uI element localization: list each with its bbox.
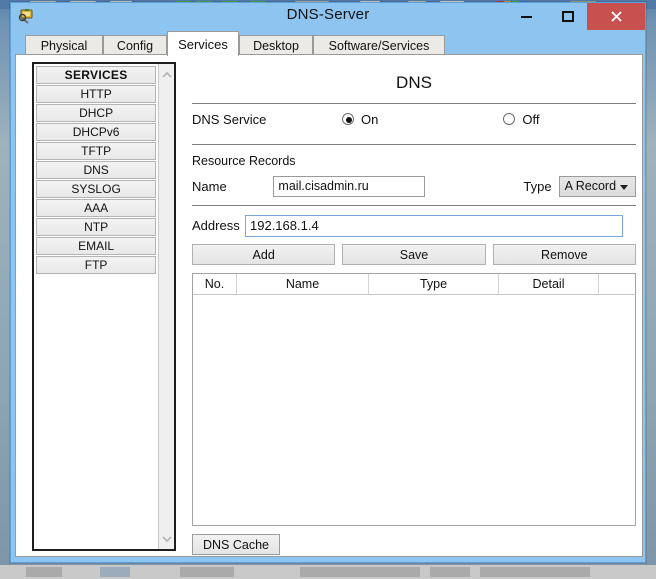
tab-software-services[interactable]: Software/Services bbox=[313, 35, 445, 55]
services-sidebar: SERVICES HTTP DHCP DHCPv6 TFTP DNS SYSLOG AAA NT… bbox=[32, 62, 176, 551]
column-header-type[interactable]: Type bbox=[369, 274, 499, 294]
dns-service-row: DNS Service On Off bbox=[192, 104, 636, 134]
services-list: SERVICES HTTP DHCP DHCPv6 TFTP DNS SYSLOG AAA NT… bbox=[34, 64, 159, 549]
divider-service bbox=[192, 144, 636, 145]
records-table: No. Name Type Detail bbox=[192, 273, 636, 526]
sidebar-item-ftp[interactable]: FTP bbox=[36, 256, 157, 274]
address-label: Address bbox=[192, 218, 240, 233]
tab-config[interactable]: Config bbox=[103, 35, 167, 55]
window-title: DNS-Server bbox=[286, 6, 370, 23]
type-select[interactable]: A Record bbox=[558, 175, 636, 197]
column-header-no[interactable]: No. bbox=[193, 274, 237, 294]
sidebar-item-aaa[interactable]: AAA bbox=[36, 199, 157, 217]
sidebar-item-tftp[interactable]: TFTP bbox=[36, 142, 157, 160]
dns-service-label: DNS Service bbox=[192, 111, 267, 127]
radio-off-indicator bbox=[503, 113, 516, 125]
type-select-value: A Record bbox=[564, 179, 617, 193]
radio-on-label: On bbox=[361, 111, 379, 127]
sidebar-item-syslog[interactable]: SYSLOG bbox=[36, 180, 157, 198]
client-area: SERVICES HTTP DHCP DHCPv6 TFTP DNS SYSLOG AAA NT… bbox=[15, 54, 643, 557]
dns-cache-button[interactable]: DNS Cache bbox=[192, 534, 280, 555]
address-row: Address bbox=[192, 214, 636, 237]
sidebar-item-ntp[interactable]: NTP bbox=[36, 218, 157, 236]
maximize-button[interactable] bbox=[553, 3, 583, 30]
minimize-icon bbox=[520, 15, 532, 18]
name-input[interactable] bbox=[273, 175, 426, 197]
dns-cache-row: DNS Cache bbox=[192, 534, 636, 555]
resource-records-label: Resource Records bbox=[192, 154, 296, 168]
chevron-up-icon[interactable] bbox=[159, 66, 175, 82]
maximize-icon bbox=[562, 11, 574, 22]
name-row: Name Type A Record bbox=[192, 175, 636, 197]
tab-desktop[interactable]: Desktop bbox=[239, 35, 313, 55]
column-header-blank[interactable] bbox=[599, 274, 635, 294]
sidebar-item-dns[interactable]: DNS bbox=[36, 161, 157, 179]
panel-title: DNS bbox=[396, 73, 432, 92]
divider-name bbox=[192, 205, 636, 206]
tab-strip: Physical Config Services Desktop Software/Se… bbox=[15, 31, 643, 56]
application-window: DNS-Server Physical Config Services Desktop… bbox=[10, 2, 646, 563]
title-bar[interactable]: DNS-Server bbox=[11, 3, 645, 31]
type-label: Type bbox=[523, 178, 552, 194]
name-label: Name bbox=[192, 178, 227, 194]
sidebar-item-http[interactable]: HTTP bbox=[36, 85, 157, 103]
records-table-header: No. Name Type Detail bbox=[193, 274, 635, 295]
tab-services[interactable]: Services bbox=[167, 31, 239, 56]
remove-button[interactable]: Remove bbox=[492, 244, 636, 265]
radio-dns-on[interactable]: On bbox=[342, 112, 378, 127]
sidebar-item-dhcpv6[interactable]: DHCPv6 bbox=[36, 123, 157, 141]
column-header-detail[interactable]: Detail bbox=[499, 274, 599, 294]
record-actions: Add Save Remove bbox=[192, 244, 636, 265]
dns-settings-panel: DNS DNS Service On Off Resource Records bbox=[192, 62, 636, 555]
services-header: SERVICES bbox=[36, 66, 157, 84]
background-taskbar bbox=[0, 565, 656, 579]
column-header-name[interactable]: Name bbox=[237, 274, 369, 294]
tab-physical[interactable]: Physical bbox=[25, 35, 103, 55]
radio-on-indicator bbox=[342, 113, 354, 125]
chevron-down-icon[interactable] bbox=[159, 531, 175, 547]
close-icon bbox=[610, 11, 622, 22]
save-button[interactable]: Save bbox=[342, 244, 486, 265]
records-table-body[interactable] bbox=[193, 295, 635, 525]
sidebar-item-dhcp[interactable]: DHCP bbox=[36, 104, 157, 122]
sidebar-item-email[interactable]: EMAIL bbox=[36, 237, 157, 255]
radio-dns-off[interactable]: Off bbox=[503, 112, 539, 127]
desktop-background: DNS-Server Physical Config Services Desktop… bbox=[0, 0, 656, 579]
address-input[interactable] bbox=[245, 214, 623, 237]
chevron-down-icon bbox=[620, 184, 628, 190]
close-button[interactable] bbox=[587, 3, 645, 30]
radio-off-label: Off bbox=[522, 111, 540, 127]
add-button[interactable]: Add bbox=[192, 244, 336, 265]
services-scrollbar[interactable] bbox=[158, 64, 174, 549]
minimize-button[interactable] bbox=[511, 3, 541, 30]
